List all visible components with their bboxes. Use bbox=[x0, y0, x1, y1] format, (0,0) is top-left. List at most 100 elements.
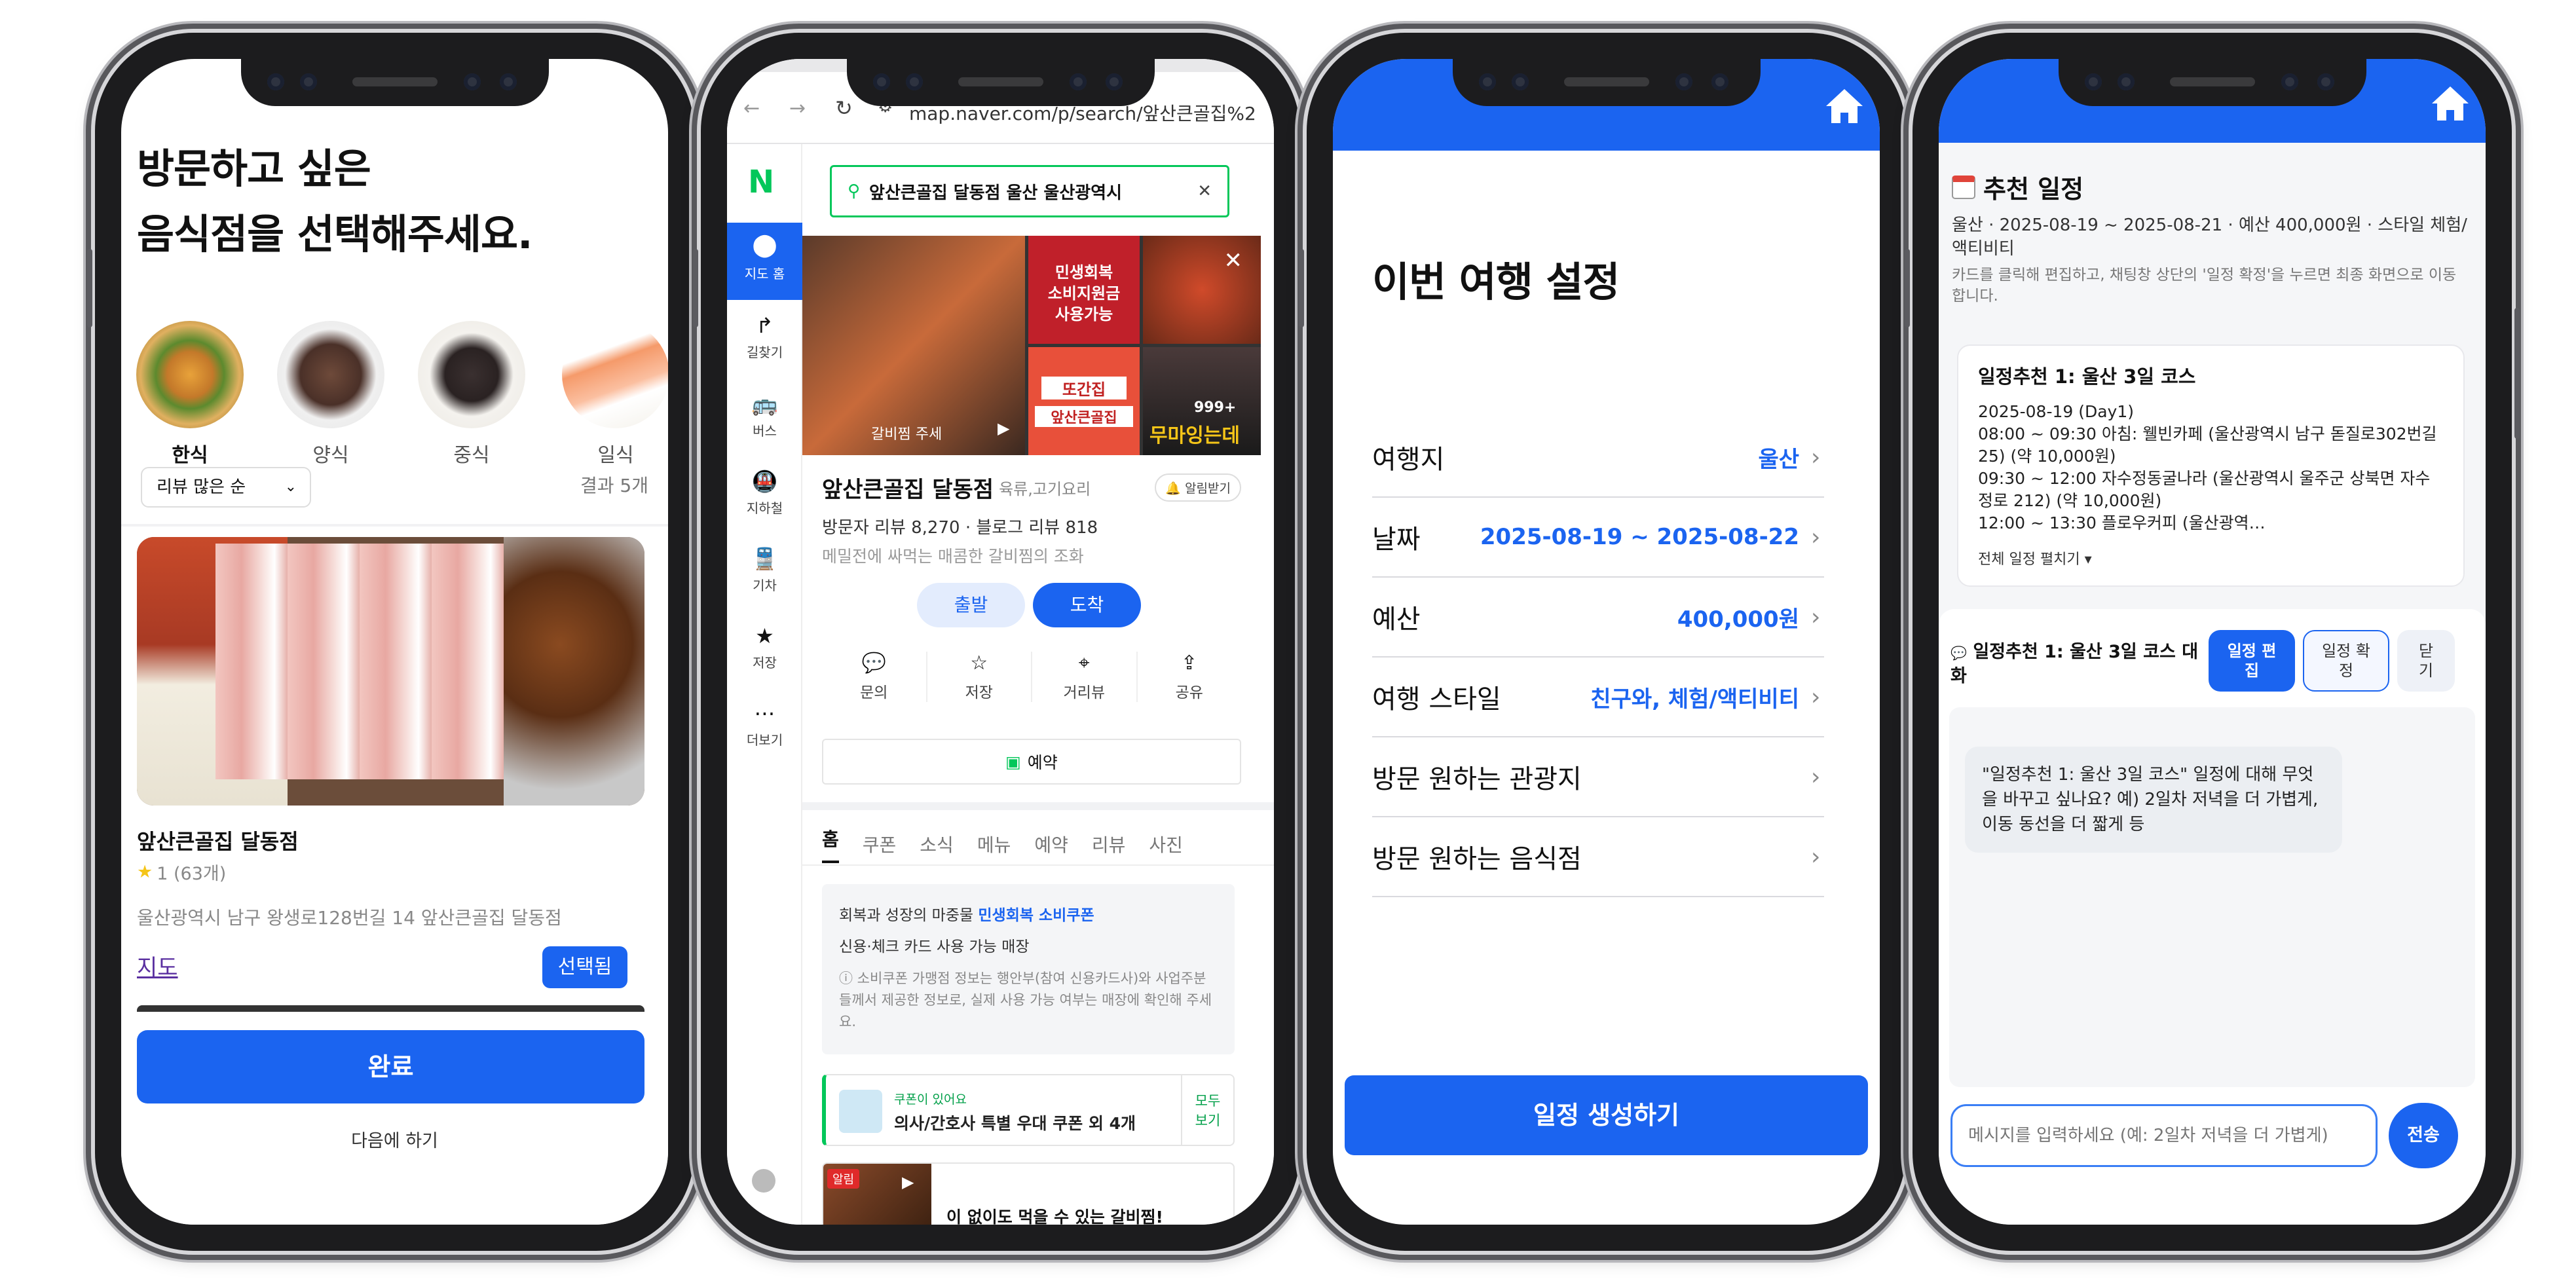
setting-attractions[interactable]: 방문 원하는 관광지 › bbox=[1372, 737, 1824, 817]
setting-style[interactable]: 여행 스타일 친구와, 체험/액티비티 › bbox=[1372, 658, 1824, 737]
notch bbox=[2058, 59, 2366, 106]
reload-icon[interactable]: ↻ bbox=[835, 96, 853, 120]
coupon-highlight: 민생회복 소비쿠폰 bbox=[978, 907, 1094, 924]
bot-message: "일정추천 1: 울산 3일 코스" 일정에 대해 무엇을 바꾸고 싶나요? 예… bbox=[1965, 747, 2342, 853]
tab-coupon[interactable]: 쿠폰 bbox=[863, 831, 897, 857]
naver-sidebar: N ⬤ 지도 홈 ↱ 길찾기 🚌 버스 🚇 지하철 🚆 기차 ★ 저장 ⋯ 더보… bbox=[727, 144, 802, 1225]
photo-caption: 갈비찜 주세 bbox=[871, 426, 943, 443]
coupon-card[interactable]: 쿠폰이 있어요 의사/간호사 특별 우대 쿠폰 외 4개 모두 보기 bbox=[822, 1074, 1235, 1146]
chevron-down-icon: ⌄ bbox=[284, 479, 297, 495]
chevron-right-icon: › bbox=[1811, 843, 1821, 870]
category-western[interactable]: 양식 bbox=[275, 321, 386, 468]
section-divider bbox=[802, 802, 1274, 810]
category-list: 한식 양식 중식 일식 bbox=[134, 321, 668, 467]
category-japanese[interactable]: 일식 bbox=[560, 321, 668, 468]
train-icon: 🚆 bbox=[751, 546, 778, 571]
clip-card[interactable]: 알림 ▶ 이 없이도 먹을 수 있는 갈비찜! bbox=[822, 1162, 1235, 1225]
place-tabs: 홈 쿠폰 소식 메뉴 예약 리뷰 사진 bbox=[822, 825, 1183, 863]
back-icon[interactable]: ← bbox=[743, 97, 760, 120]
schedule-card[interactable]: 일정추천 1: 울산 3일 코스 2025-08-19 (Day1) 08:00… bbox=[1957, 344, 2465, 587]
reserve-button[interactable]: ▣ 예약 bbox=[822, 739, 1241, 785]
arrive-button[interactable]: 도착 bbox=[1033, 583, 1141, 627]
save-action[interactable]: ☆ 저장 bbox=[927, 652, 1032, 702]
tab-news[interactable]: 소식 bbox=[920, 831, 954, 857]
photo-grid[interactable]: 갈비찜 주세 ▶ 민생회복 소비지원금 사용가능 또간집 앞산큰골집 ✕ 999… bbox=[802, 236, 1261, 455]
coupon-all-link[interactable]: 모두 보기 bbox=[1181, 1075, 1233, 1145]
setting-dates[interactable]: 날짜 2025-08-19 ~ 2025-08-22 › bbox=[1372, 498, 1824, 578]
chevron-right-icon: › bbox=[1811, 763, 1821, 790]
setting-budget[interactable]: 예산 400,000원 › bbox=[1372, 578, 1824, 658]
home-icon[interactable] bbox=[1823, 85, 1865, 127]
close-icon[interactable]: ✕ bbox=[1197, 181, 1212, 201]
search-box[interactable]: ⚲ 앞산큰골집 달동점 울산 울산광역시 ✕ bbox=[830, 165, 1229, 217]
setting-destination[interactable]: 여행지 울산 › bbox=[1372, 418, 1824, 498]
done-button[interactable]: 완료 bbox=[137, 1030, 644, 1103]
naver-logo[interactable]: N bbox=[748, 164, 774, 200]
forward-icon[interactable]: → bbox=[789, 97, 806, 120]
chevron-right-icon: › bbox=[1811, 523, 1821, 551]
more-icon: ⋯ bbox=[754, 701, 775, 726]
tab-menu[interactable]: 메뉴 bbox=[977, 831, 1011, 857]
place-tagline: 메밀전에 싸먹는 매콤한 갈비찜의 조화 bbox=[822, 547, 1084, 566]
star-icon: ★ bbox=[137, 862, 153, 882]
coupon-notice: 회복과 성장의 마중물 민생회복 소비쿠폰 신용·체크 카드 사용 가능 매장 … bbox=[822, 884, 1235, 1054]
location-icon: ⌖ bbox=[1078, 652, 1090, 675]
depart-button[interactable]: 출발 bbox=[917, 583, 1025, 627]
tab-reserve[interactable]: 예약 bbox=[1034, 831, 1068, 857]
phone-frame-3: 이번 여행 설정 여행지 울산 › 날짜 2025-08-19 ~ 2025-08-2… bbox=[1299, 33, 1914, 1251]
streetview-action[interactable]: ⌖ 거리뷰 bbox=[1032, 652, 1138, 702]
later-link[interactable]: 다음에 하기 bbox=[121, 1126, 668, 1152]
close-chat-button[interactable]: 닫기 bbox=[2397, 630, 2455, 692]
message-input[interactable] bbox=[1951, 1104, 2378, 1167]
sidebar-item-bus[interactable]: 🚌 버스 bbox=[727, 392, 802, 439]
share-action[interactable]: ⇪ 공유 bbox=[1138, 652, 1242, 702]
bibimbap-icon bbox=[136, 321, 244, 428]
confirm-schedule-button[interactable]: 일정 확정 bbox=[2303, 630, 2389, 692]
calendar-icon bbox=[1952, 175, 1975, 199]
page-title: 이번 여행 설정 bbox=[1372, 258, 1620, 306]
sidebar-item-more[interactable]: ⋯ 더보기 bbox=[727, 701, 802, 749]
selected-button[interactable]: 선택됨 bbox=[542, 946, 627, 988]
apps-grid-icon[interactable]: ⁞⁞ bbox=[752, 1208, 764, 1225]
sidebar-item-subway[interactable]: 🚇 지하철 bbox=[727, 469, 802, 517]
tab-photo[interactable]: 사진 bbox=[1149, 831, 1183, 857]
setting-restaurants[interactable]: 방문 원하는 음식점 › bbox=[1372, 817, 1824, 897]
alarm-button[interactable]: 🔔 알림받기 bbox=[1155, 473, 1241, 502]
coupon-illustration bbox=[839, 1090, 882, 1133]
bus-icon: 🚌 bbox=[751, 392, 778, 417]
sidebar-item-directions[interactable]: ↱ 길찾기 bbox=[727, 313, 802, 361]
home-icon[interactable] bbox=[2429, 83, 2471, 124]
generate-button[interactable]: 일정 생성하기 bbox=[1345, 1075, 1868, 1155]
speech-bubble-icon: 💬 bbox=[1951, 645, 1967, 661]
sidebar-item-saved[interactable]: ★ 저장 bbox=[727, 623, 802, 671]
tab-review[interactable]: 리뷰 bbox=[1092, 831, 1126, 857]
send-button[interactable]: 전송 bbox=[2389, 1103, 2458, 1168]
edit-schedule-button[interactable]: 일정 편집 bbox=[2209, 630, 2295, 692]
sign-text: 또간집 bbox=[1041, 377, 1127, 399]
edit-hint: 카드를 클릭해 편집하고, 채팅창 상단의 '일정 확정'을 누르면 최종 화면… bbox=[1952, 267, 2457, 305]
chat-icon: 💬 bbox=[861, 652, 886, 675]
map-link[interactable]: 지도 bbox=[137, 950, 178, 982]
sort-dropdown[interactable]: 리뷰 많은 순 ⌄ bbox=[141, 467, 311, 508]
pin-icon: ⬤ bbox=[752, 232, 777, 258]
restaurant-rating: ★ 1 (63개) bbox=[137, 862, 227, 884]
play-icon: ▶ bbox=[902, 1173, 914, 1191]
category-korean[interactable]: 한식 bbox=[134, 321, 246, 468]
close-icon[interactable]: ✕ bbox=[1224, 248, 1243, 274]
expand-link[interactable]: 전체 일정 펼치기 ▾ bbox=[1978, 547, 2444, 568]
result-count: 결과 5개 bbox=[580, 475, 648, 496]
naver-booking-icon: ▣ bbox=[1005, 752, 1021, 771]
inquiry-action[interactable]: 💬 문의 bbox=[822, 652, 927, 702]
action-bar: 💬 문의 ☆ 저장 ⌖ 거리뷰 ⇪ 공유 bbox=[822, 652, 1241, 702]
promo-text: 민생회복 bbox=[1055, 263, 1113, 282]
place-panel: ⚲ 앞산큰골집 달동점 울산 울산광역시 ✕ 갈비찜 주세 ▶ 민생회복 소비지… bbox=[802, 144, 1274, 1225]
next-card-peek bbox=[137, 1005, 644, 1012]
category-chinese[interactable]: 중식 bbox=[416, 321, 527, 468]
sidebar-item-map-home[interactable]: ⬤ 지도 홈 bbox=[727, 223, 802, 300]
tab-home[interactable]: 홈 bbox=[822, 825, 839, 863]
recommend-schedule-screen: 추천 일정 울산 · 2025-08-19 ~ 2025-08-21 · 예산 … bbox=[1939, 59, 2486, 1225]
user-icon[interactable] bbox=[752, 1169, 775, 1193]
restaurant-photo[interactable] bbox=[137, 537, 644, 806]
sidebar-item-train[interactable]: 🚆 기차 bbox=[727, 546, 802, 594]
restaurant-address: 울산광역시 남구 왕생로128번길 14 앞산큰골집 달동점 bbox=[137, 907, 562, 929]
